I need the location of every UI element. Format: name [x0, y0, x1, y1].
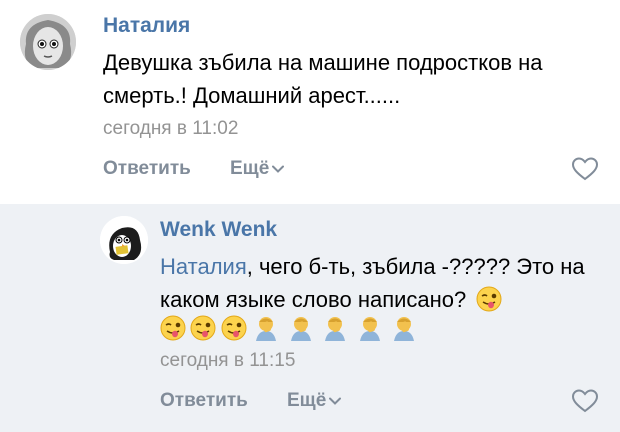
more-button[interactable]: Ещё — [287, 390, 342, 412]
comment-timestamp[interactable]: сегодня в 11:02 — [103, 118, 238, 140]
reply-button[interactable]: Ответить — [103, 158, 191, 180]
more-label: Ещё — [287, 390, 327, 411]
mention-link[interactable]: Наталия — [160, 254, 247, 279]
emoji-row — [160, 314, 419, 346]
comment: Наталия Девушка зъбила на машине подрост… — [0, 0, 620, 204]
chevron-down-icon — [329, 397, 342, 405]
tongue-wink-emoji — [221, 315, 247, 341]
penguin-avatar-icon — [100, 216, 148, 264]
heart-icon[interactable] — [571, 388, 599, 414]
tongue-wink-emoji — [476, 286, 502, 312]
avatar-face-icon — [20, 14, 76, 70]
tongue-wink-emoji — [190, 315, 216, 341]
comment-text: Девушка зъбила на машине подростков на с… — [103, 50, 543, 108]
comment-author[interactable]: Наталия — [103, 14, 190, 38]
more-button[interactable]: Ещё — [230, 158, 285, 180]
comment-author[interactable]: Wenk Wenk — [160, 218, 277, 242]
comment-text: Наталия, чего б-ть, зъбила -????? Это на… — [160, 250, 610, 316]
man-facepalm-emoji — [394, 317, 415, 341]
reply-button[interactable]: Ответить — [160, 390, 248, 412]
heart-icon[interactable] — [571, 156, 599, 182]
tongue-wink-emoji — [160, 315, 186, 341]
comment-timestamp[interactable]: сегодня в 11:15 — [160, 350, 295, 372]
man-facepalm-emoji — [325, 317, 346, 341]
avatar[interactable] — [20, 14, 76, 70]
avatar[interactable] — [100, 216, 148, 264]
man-facepalm-emoji — [290, 317, 311, 341]
more-label: Ещё — [230, 158, 270, 179]
man-facepalm-emoji — [256, 317, 277, 341]
man-facepalm-emoji — [359, 317, 380, 341]
chevron-down-icon — [272, 165, 285, 173]
